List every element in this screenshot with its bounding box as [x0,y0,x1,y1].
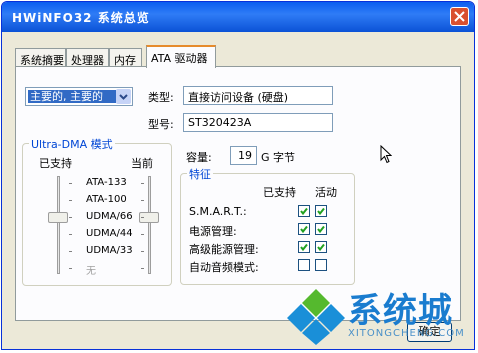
title-bar[interactable]: HWiNFO32 系统总览 [2,2,474,32]
udma-current-header: 当前 [131,157,153,170]
supported-slider-track [57,176,60,274]
tab-memory[interactable]: 内存 [109,48,142,67]
aam-active-checkbox[interactable] [315,259,327,271]
feature-apm-label: 高级能源管理: [189,243,259,256]
udma-mode-udma66: UDMA/66 [86,211,133,222]
tick-mark [69,234,72,235]
apm-supported-checkbox[interactable] [298,241,310,253]
mouse-pointer-icon [380,145,392,164]
checkmark-icon [317,207,325,216]
model-field: ST320423A [183,113,333,132]
udma-supported-header: 已支持 [39,157,72,170]
feature-aam-label: 自动音频模式: [189,261,259,274]
apm-active-checkbox[interactable] [315,241,327,253]
ultra-dma-title: Ultra-DMA 模式 [29,136,115,152]
tick-mark [141,268,144,269]
close-icon [454,11,465,22]
current-slider-track [148,176,151,274]
checkmark-icon [317,243,325,252]
tick-mark [69,268,72,269]
tick-mark [141,234,144,235]
aam-supported-checkbox[interactable] [298,259,310,271]
checkmark-icon [317,225,325,234]
watermark-url: XITONGCHENG.COM [348,328,465,339]
ultra-dma-group: Ultra-DMA 模式 已支持 当前 ATA-133 ATA-100 UDMA… [22,136,172,286]
window-title: HWiNFO32 系统总览 [12,11,150,25]
checkmark-icon [300,207,308,216]
udma-mode-ata133: ATA-133 [86,177,127,188]
tick-mark [141,200,144,201]
watermark: 系统城 XITONGCHENG.COM [286,283,476,349]
diamond-logo-icon [287,289,345,345]
tick-mark [141,251,144,252]
feature-power-label: 电源管理: [189,225,237,238]
power-supported-checkbox[interactable] [298,223,310,235]
smart-active-checkbox[interactable] [315,205,327,217]
feature-smart-label: S.M.A.R.T.: [189,205,247,218]
tab-processor[interactable]: 处理器 [66,48,109,67]
power-active-checkbox[interactable] [315,223,327,235]
tab-ata-drive[interactable]: ATA 驱动器 [146,45,216,68]
udma-mode-udma44: UDMA/44 [86,228,133,239]
features-supported-header: 已支持 [263,186,296,199]
capacity-unit: G 字节 [261,151,296,164]
checkmark-icon [300,243,308,252]
features-group: 特征 已支持 活动 S.M.A.R.T.: 电源管理: 高级能源管理: 自动音频… [180,166,355,285]
smart-supported-checkbox[interactable] [298,205,310,217]
model-label: 型号: [148,118,174,131]
capacity-field: 19 [230,146,257,165]
tick-mark [69,200,72,201]
tick-mark [69,251,72,252]
tick-mark [69,217,72,218]
type-label: 类型: [148,91,174,104]
udma-mode-udma33: UDMA/33 [86,245,133,256]
tick-mark [141,183,144,184]
features-title: 特征 [187,166,213,182]
drive-select[interactable]: 主要的, 主要的 [25,87,133,106]
checkmark-icon [300,225,308,234]
close-button[interactable] [450,7,469,26]
supported-slider-thumb[interactable] [48,212,68,223]
tick-mark [69,183,72,184]
udma-mode-ata100: ATA-100 [86,194,127,205]
drive-select-value: 主要的, 主要的 [28,90,116,103]
watermark-text: 系统城 [348,291,453,331]
tab-system-summary[interactable]: 系统摘要 [15,48,66,67]
udma-mode-none: 无 [86,266,96,277]
chevron-down-icon[interactable] [116,89,131,104]
capacity-label: 容量: [186,151,212,164]
tick-mark [141,217,144,218]
features-active-header: 活动 [315,186,337,199]
type-field: 直接访问设备 (硬盘) [183,86,333,105]
